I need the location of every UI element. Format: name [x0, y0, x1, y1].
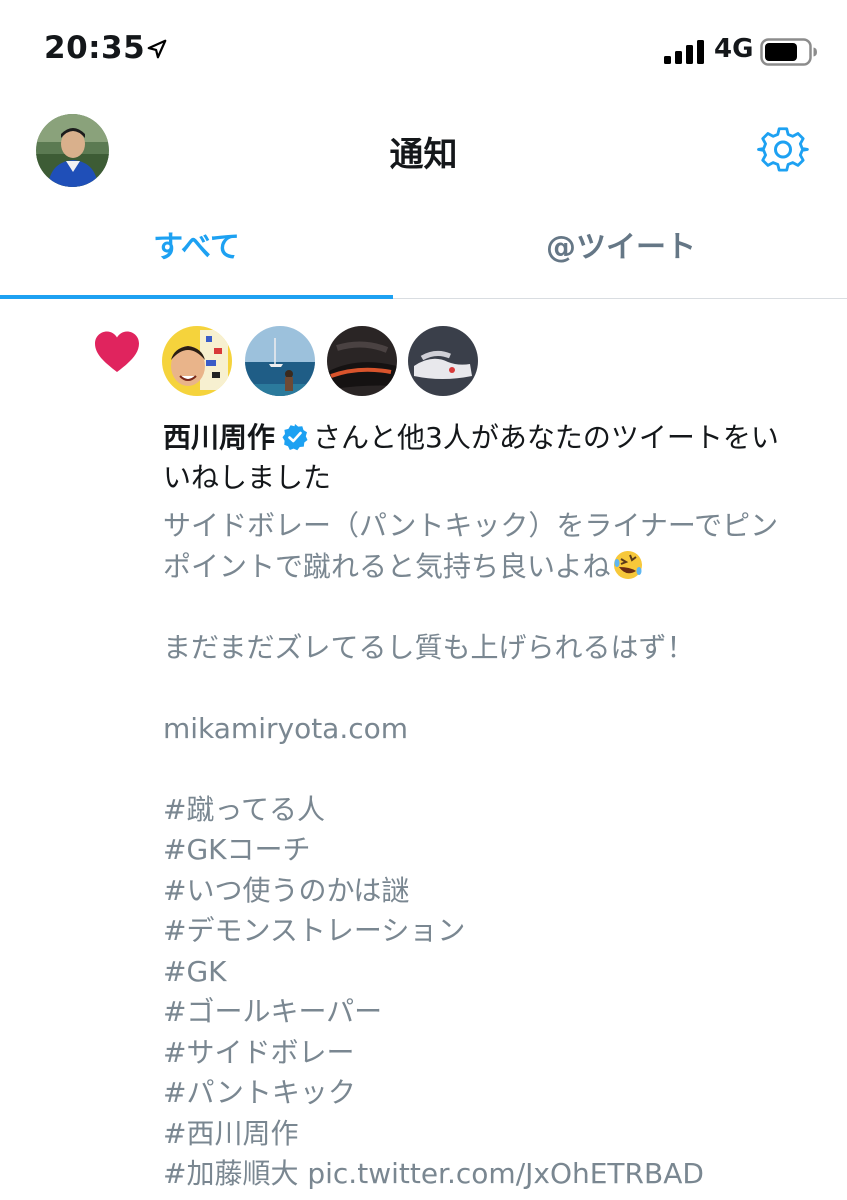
tweet-line: まだまだズレてるし質も上げられるはず！ [163, 630, 695, 664]
tweet-blank-line [163, 587, 803, 628]
hashtag[interactable]: #サイドボレー [163, 1033, 803, 1074]
status-bar: 20:35 4G [0, 0, 847, 100]
tweet-blank-line [163, 749, 803, 790]
actor-avatar[interactable] [162, 326, 232, 396]
active-tab-indicator [0, 295, 393, 299]
hashtag[interactable]: #西川周作 [163, 1114, 803, 1155]
tweet-line: サイドボレー（パントキック）をライナーでピンポイントで蹴れると気持ち良いよね [163, 509, 779, 583]
actor-avatar[interactable] [408, 326, 478, 396]
notification-message: 西川周作 さんと他3人があなたのツイートをいいねしました [163, 418, 803, 498]
hashtag[interactable]: #パントキック [163, 1073, 803, 1114]
page-title: 通知 [389, 135, 458, 175]
hashtag[interactable]: #デモンストレーション [163, 911, 803, 952]
actor-avatar[interactable] [245, 326, 315, 396]
hashtag[interactable]: #GKコーチ [163, 830, 803, 871]
hashtag[interactable]: #蹴ってる人 [163, 790, 803, 831]
gear-icon[interactable] [757, 124, 809, 176]
rofl-emoji-icon [614, 550, 643, 579]
network-type: 4G [714, 34, 754, 64]
verified-badge-icon [282, 424, 308, 451]
actor-name-link[interactable]: 西川周作 [163, 421, 275, 454]
signal-bars-icon [664, 40, 704, 64]
battery-icon [760, 38, 817, 66]
tab-bar: すべて @ツイート [0, 210, 847, 299]
actor-avatar[interactable] [327, 326, 397, 396]
heart-icon [95, 331, 139, 372]
hashtag-with-pic-link[interactable]: #加藤順大 pic.twitter.com/JxOhETRBAD [163, 1154, 803, 1195]
tab-mentions[interactable]: @ツイート [395, 210, 847, 298]
tweet-link[interactable]: mikamiryota.com [163, 709, 803, 750]
hashtag[interactable]: #ゴールキーパー [163, 992, 803, 1033]
status-time: 20:35 [44, 30, 146, 66]
tweet-blank-line [163, 668, 803, 709]
hashtag[interactable]: #GK [163, 952, 803, 993]
tweet-preview[interactable]: サイドボレー（パントキック）をライナーでピンポイントで蹴れると気持ち良いよね ま… [163, 506, 803, 1195]
tab-all[interactable]: すべて [0, 210, 393, 298]
location-arrow-icon [147, 39, 167, 59]
hashtag[interactable]: #いつ使うのかは謎 [163, 871, 803, 912]
